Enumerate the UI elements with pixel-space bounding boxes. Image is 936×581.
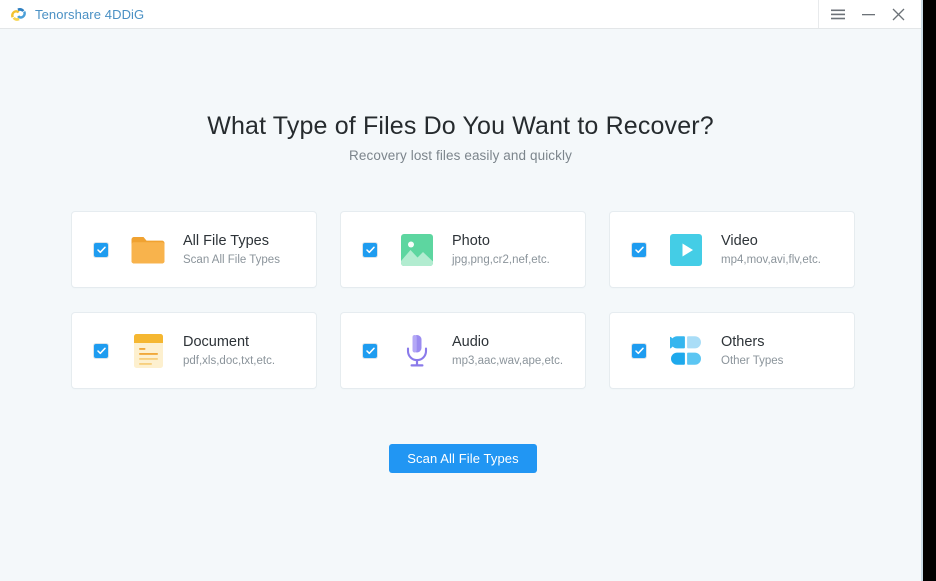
file-type-card-document[interactable]: Document pdf,xls,doc,txt,etc. xyxy=(72,313,316,388)
file-type-card-video[interactable]: Video mp4,mov,avi,flv,etc. xyxy=(610,212,854,287)
video-play-icon xyxy=(667,231,705,269)
minimize-button[interactable] xyxy=(853,0,883,28)
card-text-photo: Photo jpg,png,cr2,nef,etc. xyxy=(452,232,550,268)
card-subtitle: Scan All File Types xyxy=(183,253,280,266)
checkbox-photo[interactable] xyxy=(363,242,377,257)
card-text-all-file-types: All File Types Scan All File Types xyxy=(183,232,280,268)
card-text-video: Video mp4,mov,avi,flv,etc. xyxy=(721,232,821,268)
close-icon xyxy=(892,8,905,21)
close-button[interactable] xyxy=(883,0,913,28)
card-subtitle: Other Types xyxy=(721,354,784,367)
scan-all-file-types-button[interactable]: Scan All File Types xyxy=(389,444,537,473)
card-title: Video xyxy=(721,232,758,249)
page-title: What Type of Files Do You Want to Recove… xyxy=(207,112,714,140)
card-title: Audio xyxy=(452,333,490,350)
file-type-card-photo[interactable]: Photo jpg,png,cr2,nef,etc. xyxy=(341,212,585,287)
file-type-card-all-file-types[interactable]: All File Types Scan All File Types xyxy=(72,212,316,287)
hamburger-menu-button[interactable] xyxy=(823,0,853,28)
card-subtitle: pdf,xls,doc,txt,etc. xyxy=(183,354,276,367)
checkbox-document[interactable] xyxy=(94,343,108,358)
titlebar: Tenorshare 4DDiG xyxy=(0,0,921,29)
photo-image-icon xyxy=(398,231,436,269)
card-text-others: Others Other Types xyxy=(721,333,783,369)
titlebar-divider xyxy=(818,0,819,28)
minimize-icon xyxy=(861,9,875,20)
file-type-card-audio[interactable]: Audio mp3,aac,wav,ape,etc. xyxy=(341,313,585,388)
card-title: Photo xyxy=(452,232,490,249)
card-subtitle: jpg,png,cr2,nef,etc. xyxy=(452,253,550,266)
card-title: Others xyxy=(721,333,765,350)
card-title: All File Types xyxy=(183,232,269,249)
file-type-card-others[interactable]: Others Other Types xyxy=(610,313,854,388)
others-clover-icon xyxy=(667,332,705,370)
checkbox-others[interactable] xyxy=(632,343,646,358)
card-subtitle: mp4,mov,avi,flv,etc. xyxy=(721,253,821,266)
card-subtitle: mp3,aac,wav,ape,etc. xyxy=(452,354,564,367)
app-window: Tenorshare 4DDiG What Type of Files Do Y… xyxy=(0,0,921,581)
card-text-audio: Audio mp3,aac,wav,ape,etc. xyxy=(452,333,563,369)
document-icon xyxy=(129,332,167,370)
checkbox-audio[interactable] xyxy=(363,343,377,358)
file-type-grid: All File Types Scan All File Types Photo… xyxy=(72,212,855,388)
card-text-document: Document pdf,xls,doc,txt,etc. xyxy=(183,333,275,369)
window-right-edge xyxy=(921,0,936,581)
folder-icon xyxy=(129,231,167,269)
window-edge-highlight xyxy=(921,0,923,581)
page-subtitle: Recovery lost files easily and quickly xyxy=(349,148,572,163)
checkbox-video[interactable] xyxy=(632,242,646,257)
card-title: Document xyxy=(183,333,250,350)
checkbox-all-file-types[interactable] xyxy=(94,242,108,257)
hamburger-menu-icon xyxy=(831,9,845,20)
app-title: Tenorshare 4DDiG xyxy=(35,6,145,22)
tenorshare-swirl-logo-icon xyxy=(9,5,28,24)
microphone-icon xyxy=(398,332,436,370)
